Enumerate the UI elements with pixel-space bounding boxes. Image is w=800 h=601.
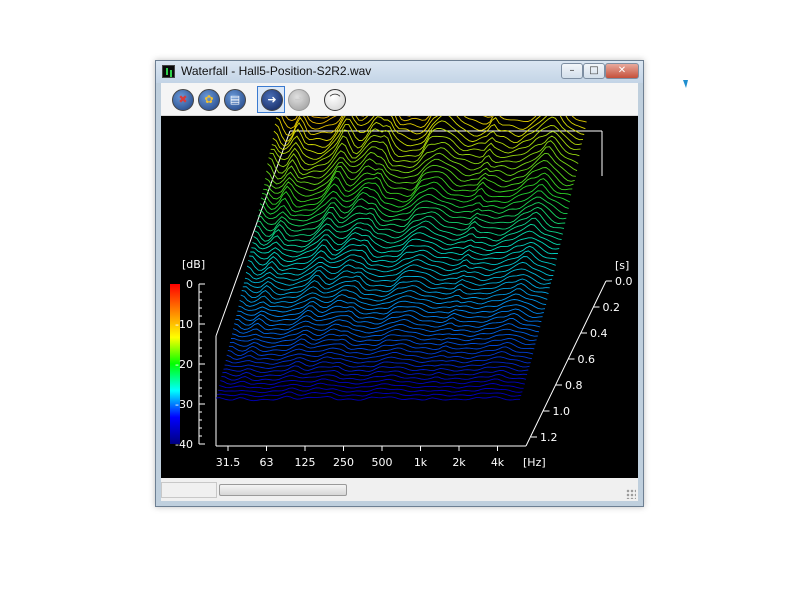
desktop-background [690,0,800,601]
waterfall-surface [215,116,588,402]
client-area: ✖ ✿ ▤ ➜ ➜ ⌒ 31.5 63 125 250 500 1k 2k 4k… [161,83,638,501]
toolbar: ✖ ✿ ▤ ➜ ➜ ⌒ [161,83,638,116]
x-axis-unit: [Hz] [523,456,546,469]
colorbar-tick-label: 0 [186,278,193,291]
horizontal-scrollbar[interactable] [219,484,347,496]
waterfall-slice [225,356,531,365]
waterfall-slice [223,365,529,374]
x-tick-label: 125 [295,456,316,469]
y-tick-label: 1.2 [540,431,558,444]
waterfall-slice [255,211,565,237]
waterfall-slice [215,395,520,402]
colorbar-tick-label: -10 [175,318,193,331]
close-button[interactable]: ✕ [605,63,639,79]
waterfall-slice [251,237,560,258]
waterfall-slice [266,152,576,185]
waterfall-slice [227,346,534,356]
x-tick-label: 500 [372,456,393,469]
waterfall-plot[interactable]: 31.5 63 125 250 500 1k 2k 4k [Hz] 0.0 0.2 0.4 0.6 0.… [161,116,638,478]
colorbar-tick-label: -30 [175,398,193,411]
print-icon[interactable]: ▤ [224,89,246,111]
y-tick-label: 0.6 [578,353,596,366]
waterfall-slice [242,278,550,296]
app-icon [162,65,175,78]
waterfall-slice [220,378,525,385]
y-tick-label: 0.0 [615,275,633,288]
x-axis-ticks: 31.5 63 125 250 500 1k 2k 4k [Hz] [216,446,546,469]
minimize-button[interactable]: – [561,63,583,79]
box-left-edge [215,130,291,337]
x-tick-label: 2k [452,456,466,469]
status-bar [161,480,638,501]
waterfall-slice [263,172,573,203]
x-tick-label: 250 [333,456,354,469]
resize-grip-icon[interactable] [626,489,636,499]
waterfall-slice [243,274,551,291]
curve-icon[interactable]: ⌒ [324,89,346,111]
arrow-right-icon[interactable]: ➜ [261,89,283,111]
arrow-disabled-icon: ➜ [288,89,310,111]
window-title: Waterfall - Hall5-Position-S2R2.wav [181,64,372,78]
waterfall-svg: 31.5 63 125 250 500 1k 2k 4k [Hz] 0.00.20.40.60.… [170,116,633,469]
x-tick-label: 31.5 [216,456,241,469]
desktop-marker [683,80,688,88]
waterfall-slice [222,369,528,378]
waterfall-slice [252,230,561,253]
y-tick-label: 0.2 [603,301,621,314]
waterfall-slice [226,351,532,361]
x-tick-label: 63 [260,456,274,469]
title-bar[interactable]: Waterfall - Hall5-Position-S2R2.wav – □ … [156,61,643,83]
y-axis-ticks: 0.0 0.2 0.4 0.6 0.8 1.0 1.2 [531,275,633,444]
waterfall-slice [236,308,543,322]
y-axis-unit: [s] [615,259,629,272]
y-tick-label: 0.8 [565,379,583,392]
x-tick-label: 4k [491,456,505,469]
status-pane [161,482,217,498]
colorbar-tick-label: -20 [175,358,193,371]
waterfall-window: Waterfall - Hall5-Position-S2R2.wav – □ … [155,60,644,507]
maximize-button[interactable]: □ [583,63,605,79]
palette-icon[interactable]: ✿ [198,89,220,111]
record-icon[interactable]: ✖ [172,89,194,111]
y-tick-label: 1.0 [553,405,571,418]
colorbar-unit: [dB] [182,258,205,271]
x-tick-label: 1k [414,456,428,469]
waterfall-slice [228,341,535,352]
colorbar-tick-label: -40 [175,438,193,451]
y-tick-label: 0.4 [590,327,608,340]
